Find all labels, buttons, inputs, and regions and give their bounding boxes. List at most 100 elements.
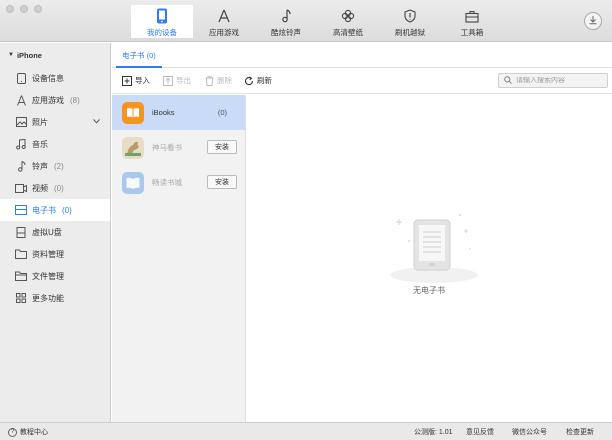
file-folder-icon [15,270,27,282]
sidebar-item-apps[interactable]: 应用游戏 (8) [0,89,110,111]
sidebar-item-more[interactable]: 更多功能 [0,287,110,309]
shield-icon [402,8,418,24]
nav-apps-games[interactable]: 应用游戏 [193,5,255,38]
sidebar-item-device-info[interactable]: 设备信息 [0,67,110,89]
app-name: 神马看书 [152,143,182,152]
sidebar-item-label: 照片 [32,117,48,127]
minimize-window-button[interactable] [20,5,28,13]
nav-my-device[interactable]: 我的设备 [131,5,193,38]
list-item-changdu-bookstore[interactable]: 畅读书城 安装 [112,165,245,200]
nav-label: 工具箱 [460,28,484,37]
device-header[interactable]: ▼ iPhone [0,43,110,67]
window-controls [6,5,42,13]
import-label: 导入 [135,76,150,85]
book-icon [15,204,27,216]
app-name: iBooks [152,108,175,117]
folder-icon [15,248,27,260]
refresh-button[interactable]: 刷新 [244,75,272,86]
sidebar-item-label: 铃声 [32,161,48,171]
sidebar-item-label: 应用游戏 [32,95,64,105]
sidebar-item-label: 设备信息 [32,73,64,83]
sidebar-item-ebooks[interactable]: 电子书 (0) [0,199,110,221]
tab-ebooks[interactable]: 电子书 (0) [116,43,162,68]
sidebar-item-count: (0) [62,205,72,215]
empty-message: 无电子书 [413,286,445,295]
chevron-down-icon[interactable] [93,117,100,126]
photo-icon [15,116,27,128]
list-item-shenma-reader[interactable]: 神马看书 安装 [112,130,245,165]
sidebar-item-count: (2) [54,161,64,171]
nav-jailbreak[interactable]: 刷机越狱 [379,5,441,38]
sidebar-item-data-management[interactable]: 资料管理 [0,243,110,265]
delete-label: 删除 [217,76,232,85]
trash-icon [204,75,214,86]
sidebar-item-label: 更多功能 [32,293,64,303]
main-panel: 电子书 (0) 导入 导出 删除 刷新 iBooks [112,43,612,422]
empty-state: 无电子书 [246,95,612,422]
nav-wallpapers[interactable]: 高清壁纸 [317,5,379,38]
sidebar-item-label: 电子书 [32,205,56,215]
sidebar-item-count: (0) [54,183,64,193]
version-text: 公测版: 1.01 [414,429,453,436]
expand-triangle-icon: ▼ [8,52,14,58]
top-toolbar: 我的设备 应用游戏 酷炫铃声 高清壁纸 刷机越狱 工具箱 [0,0,612,42]
sidebar-item-label: 虚拟U盘 [32,227,62,237]
sidebar-item-label: 视频 [32,183,48,193]
app-name: 畅读书城 [152,178,182,187]
sidebar-item-ringtones[interactable]: 铃声 (2) [0,155,110,177]
help-label: 教程中心 [20,429,48,436]
device-info-icon [15,72,27,84]
feedback-link[interactable]: 意见反馈 [466,427,494,437]
music-note-icon [278,8,294,24]
nav-label: 酷炫铃声 [271,28,301,37]
nav-label: 刷机越狱 [395,28,425,37]
usb-drive-icon [15,226,27,238]
help-center-link[interactable]: ? 教程中心 [8,427,48,437]
install-button[interactable]: 安装 [207,140,237,154]
nav-label: 我的设备 [147,28,177,37]
nav-label: 高清壁纸 [333,28,363,37]
sidebar-item-label: 资料管理 [32,249,64,259]
app-store-icon [216,8,232,24]
download-icon [588,15,598,27]
sidebar-item-label: 音乐 [32,139,48,149]
search-box[interactable] [498,73,608,88]
sidebar-item-usb-drive[interactable]: 虚拟U盘 [0,221,110,243]
main-nav: 我的设备 应用游戏 酷炫铃声 高清壁纸 刷机越狱 工具箱 [131,5,503,38]
import-icon [122,75,132,86]
nav-label: 应用游戏 [209,28,239,37]
export-icon [163,75,173,86]
ibooks-icon [122,101,144,124]
import-button[interactable]: 导入 [122,75,150,86]
download-manager-button[interactable] [584,12,602,30]
sidebar-item-file-management[interactable]: 文件管理 [0,265,110,287]
sidebar-item-music[interactable]: 音乐 [0,133,110,155]
refresh-label: 刷新 [257,76,272,85]
device-name: iPhone [16,50,42,60]
refresh-icon [244,75,254,86]
app-book-count: (0) [217,108,227,117]
sidebar-item-photos[interactable]: 照片 [0,111,110,133]
wechat-link[interactable]: 微信公众号 [512,427,547,437]
phone-icon [154,8,170,24]
music-note-icon [15,160,27,172]
check-update-link[interactable]: 检查更新 [566,427,594,437]
sidebar-item-videos[interactable]: 视频 (0) [0,177,110,199]
sidebar-item-count: (8) [70,95,80,105]
horse-reader-icon [122,136,144,159]
video-icon [15,182,27,194]
app-store-icon [15,94,27,106]
install-button[interactable]: 安装 [207,175,237,189]
nav-toolbox[interactable]: 工具箱 [441,5,503,38]
delete-button[interactable]: 删除 [204,75,232,86]
search-input[interactable] [516,77,606,84]
export-label: 导出 [176,76,191,85]
ereader-illustration-icon [384,205,484,285]
nav-ringtones[interactable]: 酷炫铃声 [255,5,317,38]
close-window-button[interactable] [6,5,14,13]
list-item-ibooks[interactable]: iBooks (0) [112,95,245,130]
grid-icon [15,292,27,304]
music-icon [15,138,27,150]
zoom-window-button[interactable] [34,5,42,13]
export-button[interactable]: 导出 [163,75,191,86]
